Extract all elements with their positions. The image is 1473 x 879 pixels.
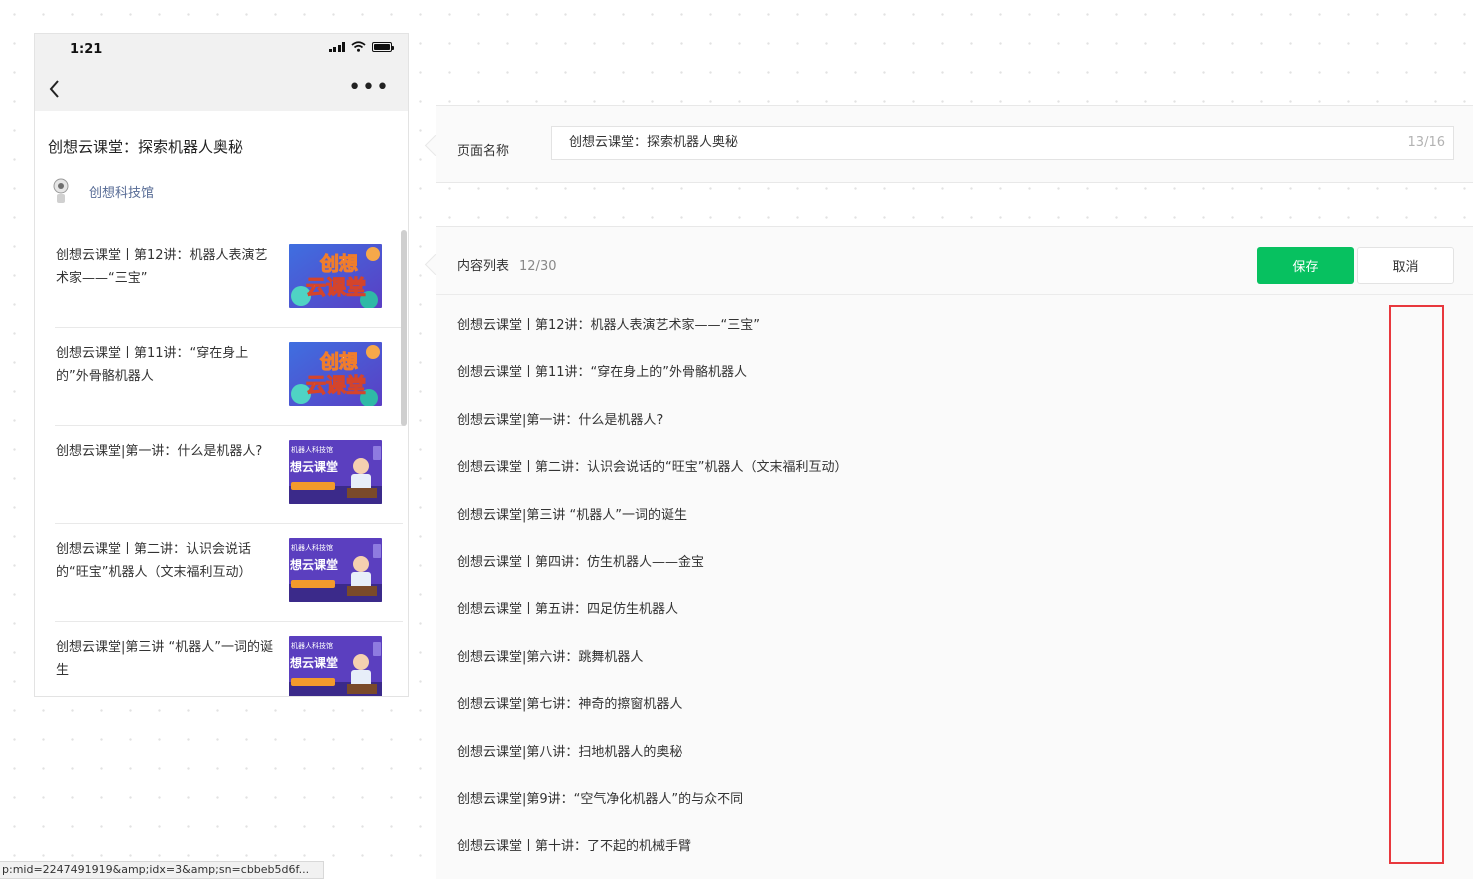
status-icons — [328, 41, 394, 52]
phone-article-item[interactable]: 创想云课堂|第三讲 “机器人”一词的诞生 机器人科技馆 想云课堂 — [55, 622, 403, 696]
phone-article-title: 创想云课堂|第一讲：什么是机器人? — [56, 444, 263, 459]
phone-preview: 1:21 ••• 创想云课堂：探索机器人奥秘 创想科技馆 创想云课堂丨第12讲：… — [34, 33, 409, 697]
article-thumbnail: 创想 云课堂 — [289, 244, 382, 308]
page-name-input[interactable]: 创想云课堂：探索机器人奥秘 13/16 — [551, 126, 1454, 160]
content-list-item[interactable]: 创想云课堂|第六讲：跳舞机器人 — [457, 641, 1357, 688]
content-list-item[interactable]: 创想云课堂丨第四讲：仿生机器人——金宝 — [457, 546, 1357, 593]
content-list-item[interactable]: 创想云课堂|第八讲：扫地机器人的奥秘 — [457, 736, 1357, 783]
svg-text:机器人科技馆: 机器人科技馆 — [291, 445, 333, 454]
article-thumbnail: 机器人科技馆想云课堂 — [289, 538, 382, 602]
content-list-item[interactable]: 创想云课堂丨第二讲：认识会说话的“旺宝”机器人（文末福利互动） — [457, 451, 1357, 498]
svg-text:云课堂: 云课堂 — [306, 275, 366, 299]
page-name-value: 创想云课堂：探索机器人奥秘 — [569, 135, 739, 150]
svg-text:想云课堂: 想云课堂 — [289, 557, 338, 572]
content-list: 创想云课堂丨第12讲：机器人表演艺术家——“三宝” 创想云课堂丨第11讲：“穿在身… — [457, 309, 1357, 878]
signal-icon — [328, 41, 345, 52]
content-list-item[interactable]: 创想云课堂丨第11讲：“穿在身上的”外骨骼机器人 — [457, 356, 1357, 403]
author-row[interactable]: 创想科技馆 — [51, 177, 154, 205]
phone-article-item[interactable]: 创想云课堂丨第12讲：机器人表演艺术家——“三宝” 创想 云课堂 — [55, 230, 403, 328]
svg-text:创想: 创想 — [319, 350, 358, 373]
content-list-item[interactable]: 创想云课堂|第一讲：什么是机器人? — [457, 404, 1357, 451]
cancel-button[interactable]: 取消 — [1357, 247, 1454, 284]
content-list-item[interactable]: 创想云课堂丨第十讲：了不起的机械手臂 — [457, 830, 1357, 877]
page-name-label: 页面名称 — [457, 144, 510, 159]
phone-header: 1:21 ••• — [35, 34, 408, 111]
content-list-label: 内容列表 — [457, 259, 510, 274]
status-time: 1:21 — [70, 42, 103, 57]
back-chevron-icon[interactable] — [47, 77, 63, 101]
phone-article-title: 创想云课堂丨第11讲：“穿在身上的”外骨骼机器人 — [56, 346, 249, 384]
phone-scrollbar[interactable] — [401, 230, 407, 426]
phone-article-item[interactable]: 创想云课堂丨第二讲：认识会说话的“旺宝”机器人（文末福利互动） 机器人科技馆想云课… — [55, 524, 403, 622]
phone-article-title: 创想云课堂丨第二讲：认识会说话的“旺宝”机器人（文末福利互动） — [56, 542, 252, 580]
article-thumbnail: 创想 云课堂 — [289, 342, 382, 406]
article-thumbnail: 机器人科技馆想云课堂 — [289, 636, 382, 696]
battery-icon — [372, 41, 394, 52]
author-name[interactable]: 创想科技馆 — [89, 182, 154, 201]
content-list-item[interactable]: 创想云课堂|第三讲 “机器人”一词的诞生 — [457, 499, 1357, 546]
svg-text:创想: 创想 — [319, 252, 358, 275]
svg-text:机器人科技馆: 机器人科技馆 — [291, 543, 333, 552]
content-list-item[interactable]: 创想云课堂丨第五讲：四足仿生机器人 — [457, 593, 1357, 640]
page-name-count: 13/16 — [1407, 135, 1445, 150]
divider — [436, 294, 1473, 295]
phone-article-title: 创想云课堂|第三讲 “机器人”一词的诞生 — [56, 640, 273, 678]
phone-article-list: 创想云课堂丨第12讲：机器人表演艺术家——“三宝” 创想 云课堂 创想云课堂丨第11讲… — [55, 230, 403, 696]
svg-text:云课堂: 云课堂 — [306, 373, 366, 397]
save-button[interactable]: 保存 — [1257, 247, 1354, 284]
more-dots-icon[interactable]: ••• — [348, 77, 390, 99]
avatar-icon — [53, 178, 69, 203]
svg-text:机器人科技馆: 机器人科技馆 — [291, 641, 333, 650]
content-list-panel: 内容列表 12/30 保存 取消 创想云课堂丨第12讲：机器人表演艺术家——“三宝… — [436, 226, 1473, 879]
phone-article-item[interactable]: 创想云课堂|第一讲：什么是机器人? 机器人科技馆想云课堂 — [55, 426, 403, 524]
article-thumbnail: 机器人科技馆想云课堂 — [289, 440, 382, 504]
content-list-item[interactable]: 创想云课堂|第9讲：“空气净化机器人”的与众不同 — [457, 783, 1357, 830]
content-list-item[interactable]: 创想云课堂|第七讲：神奇的擦窗机器人 — [457, 688, 1357, 735]
phone-article-title: 创想云课堂丨第12讲：机器人表演艺术家——“三宝” — [56, 248, 268, 286]
wifi-icon — [351, 41, 366, 52]
page-name-panel: 页面名称 创想云课堂：探索机器人奥秘 13/16 — [436, 105, 1473, 183]
phone-article-item[interactable]: 创想云课堂丨第11讲：“穿在身上的”外骨骼机器人 创想 云课堂 — [55, 328, 403, 426]
content-list-count: 12/30 — [519, 259, 557, 274]
content-list-header: 内容列表 12/30 — [457, 255, 556, 274]
article-title: 创想云课堂：探索机器人奥秘 — [48, 138, 244, 156]
svg-text:想云课堂: 想云课堂 — [289, 459, 338, 474]
status-url-bar: p:mid=2247491919&amp;idx=3&amp;sn=cbbeb5… — [0, 861, 324, 879]
content-list-item[interactable]: 创想云课堂丨第12讲：机器人表演艺术家——“三宝” — [457, 309, 1357, 356]
svg-text:想云课堂: 想云课堂 — [289, 655, 338, 670]
